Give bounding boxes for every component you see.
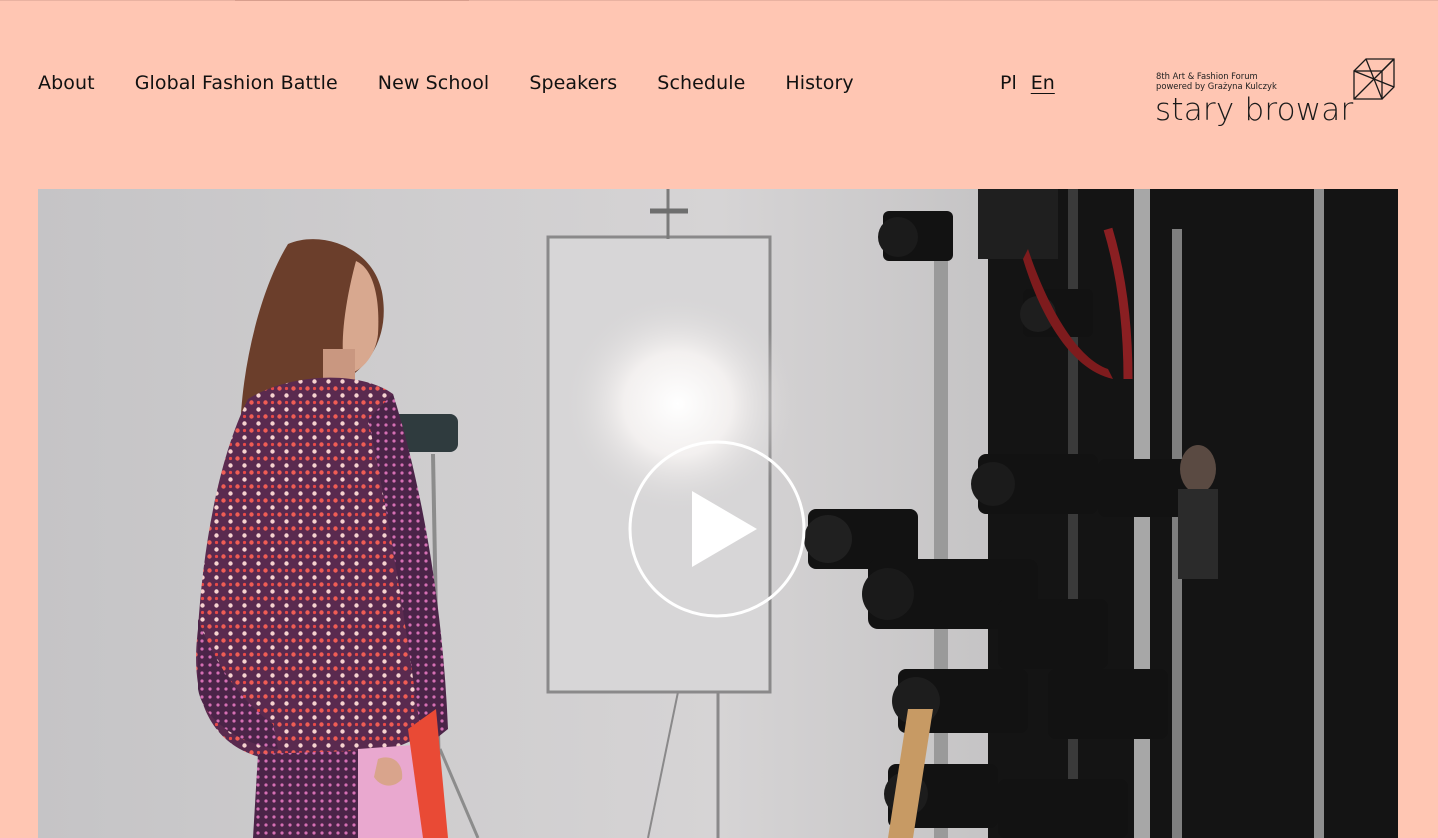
language-switcher: Pl En xyxy=(1000,72,1055,94)
nav-item-speakers[interactable]: Speakers xyxy=(529,72,617,94)
top-divider xyxy=(0,0,1438,1)
main-nav: About Global Fashion Battle New School S… xyxy=(38,72,854,94)
stary-browar-logo[interactable]: 8th Art & Fashion Forum powered by Graży… xyxy=(1155,58,1396,136)
nav-item-history[interactable]: History xyxy=(785,72,853,94)
video-player[interactable] xyxy=(38,189,1398,838)
nav-item-global-fashion-battle[interactable]: Global Fashion Battle xyxy=(135,72,338,94)
nav-item-new-school[interactable]: New School xyxy=(378,72,490,94)
lang-en[interactable]: En xyxy=(1031,72,1055,94)
loading-bar xyxy=(235,0,469,1)
nav-item-schedule[interactable]: Schedule xyxy=(657,72,745,94)
logo-tagline-edition: 8th Art & Fashion Forum xyxy=(1156,71,1258,81)
nav-item-about[interactable]: About xyxy=(38,72,95,94)
wireframe-cube-icon xyxy=(1353,58,1395,100)
lang-pl[interactable]: Pl xyxy=(1000,72,1017,94)
logo-tagline-powered-by: powered by Grażyna Kulczyk xyxy=(1156,81,1277,91)
play-icon[interactable] xyxy=(627,439,807,619)
logo-wordmark: stary browar xyxy=(1155,92,1354,128)
